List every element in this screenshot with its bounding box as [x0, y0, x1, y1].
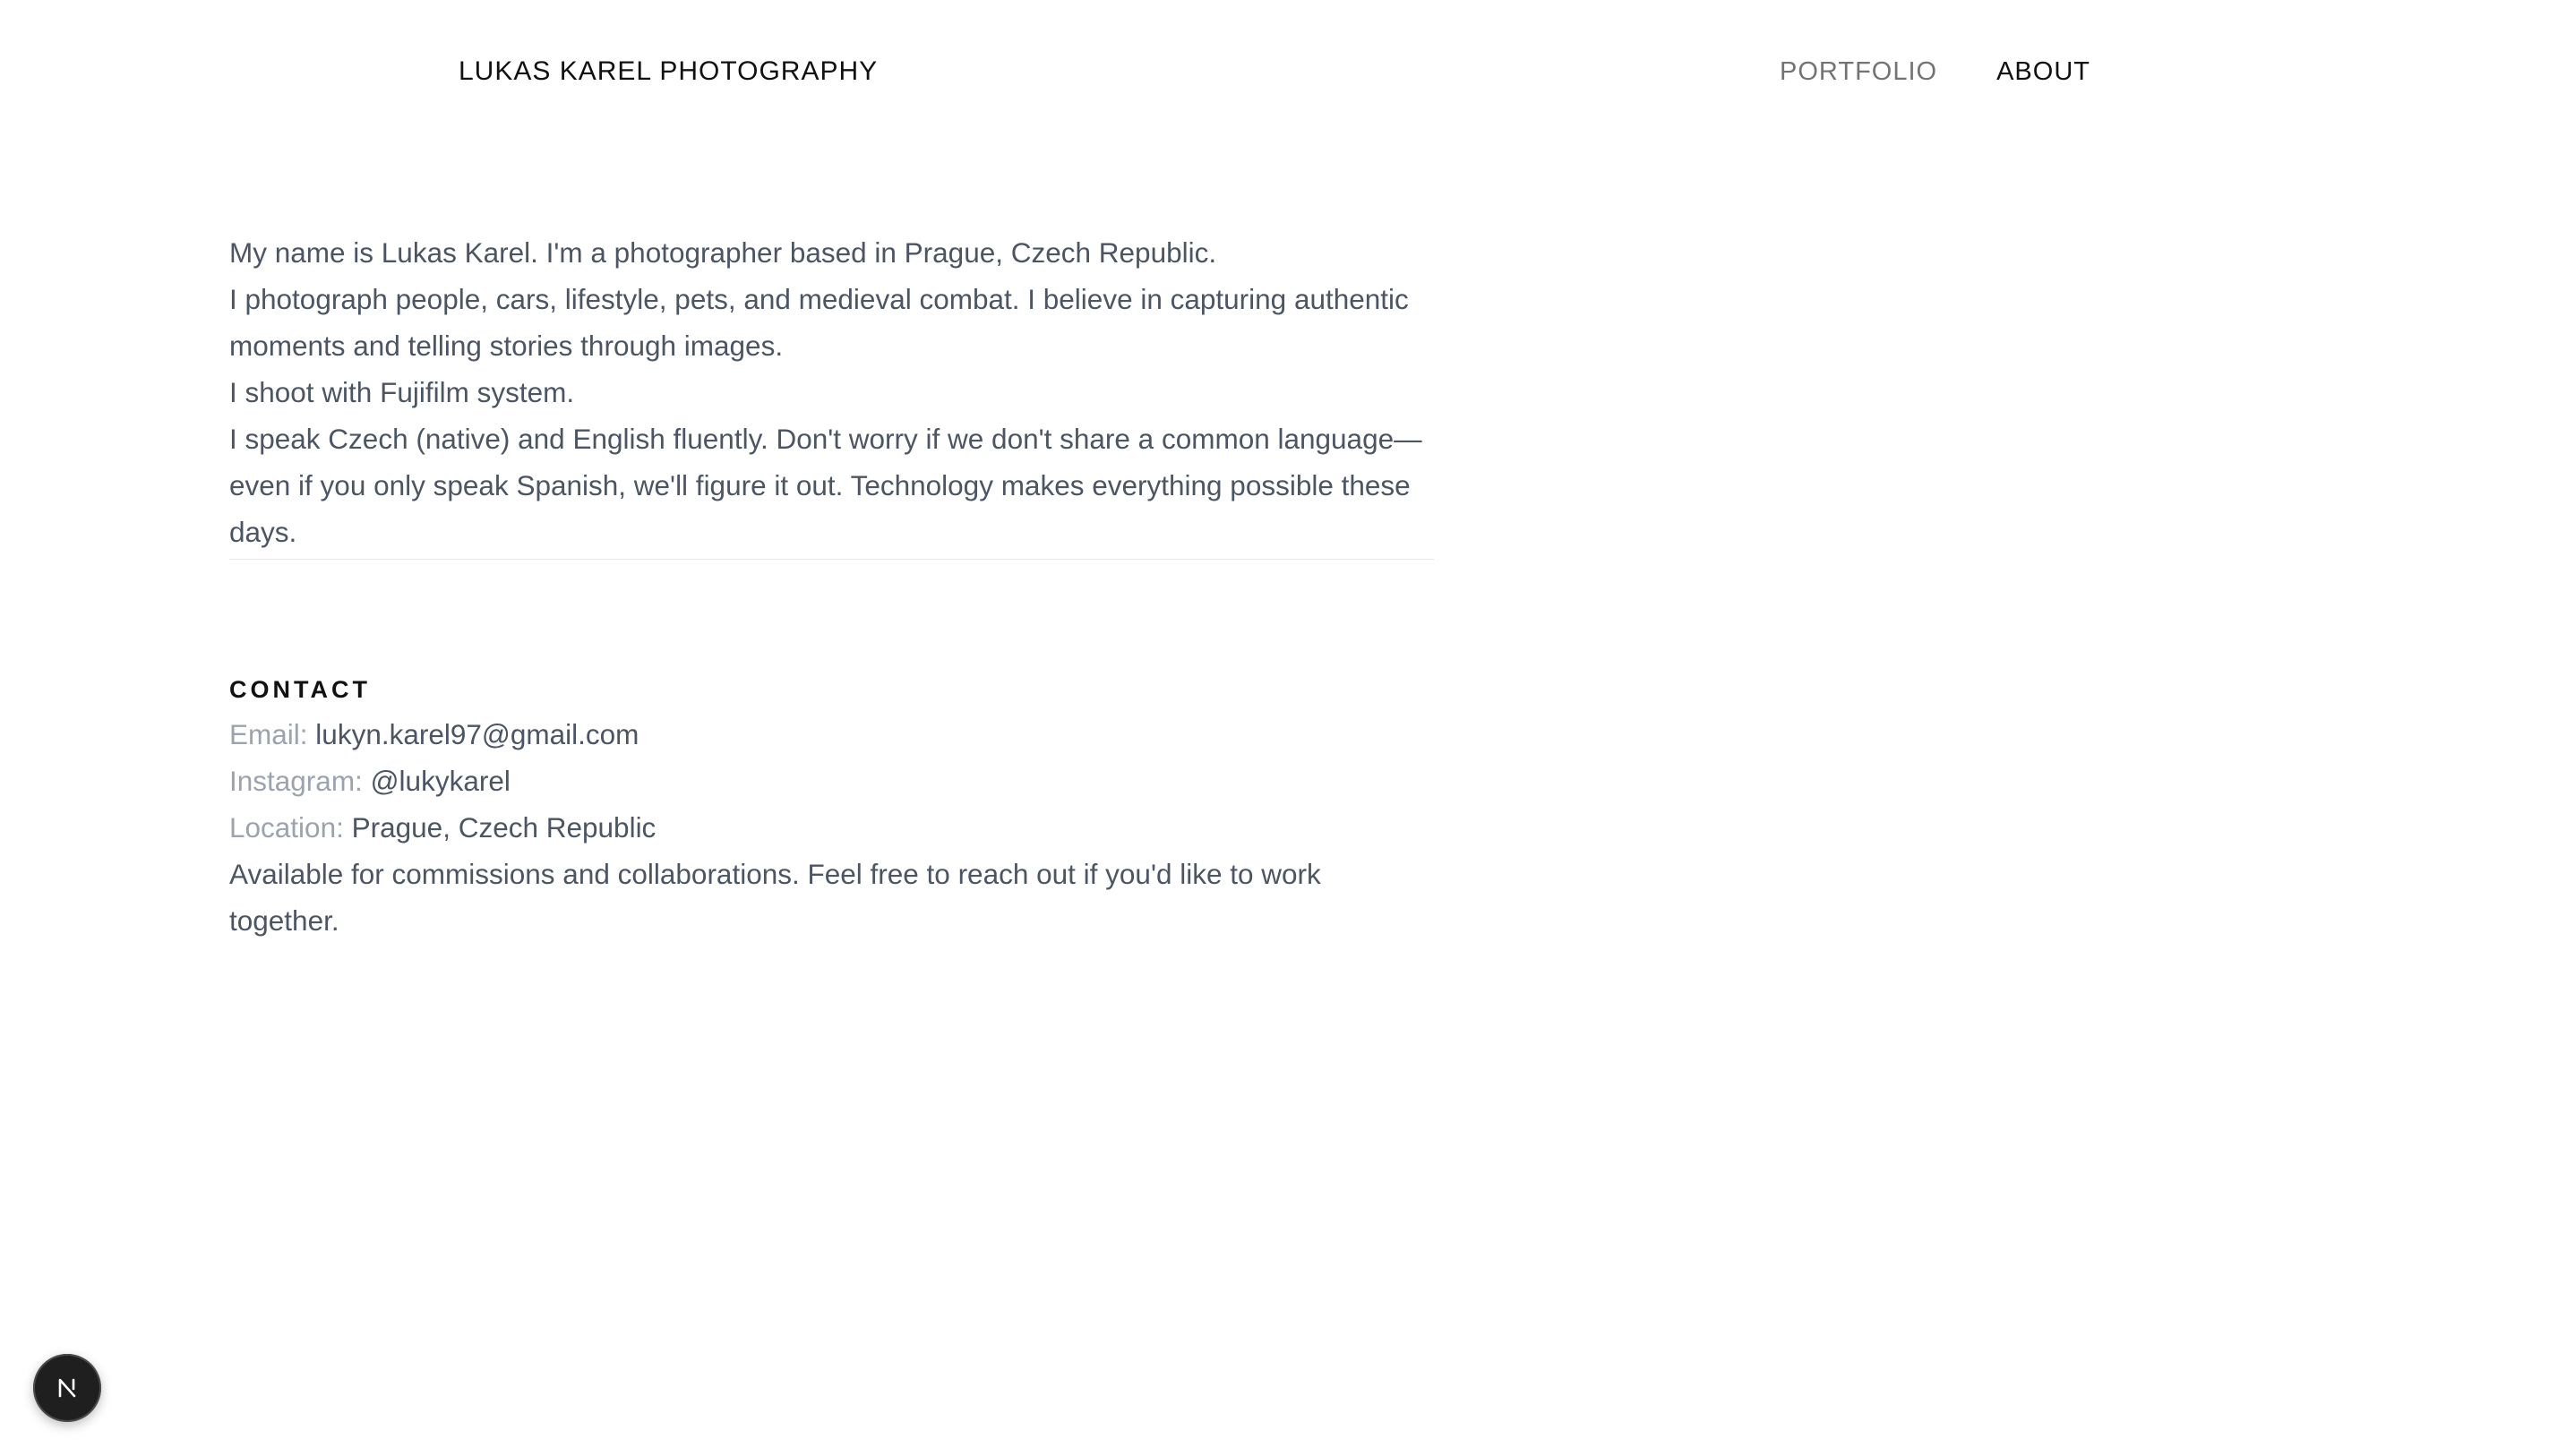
location-label: Location: [229, 811, 344, 844]
bio-paragraph: I photograph people, cars, lifestyle, pe… [229, 283, 1409, 362]
bio-paragraph: My name is Lukas Karel. I'm a photograph… [229, 236, 1217, 269]
contact-heading: CONTACT [229, 676, 371, 703]
nav-item-portfolio[interactable]: PORTFOLIO [1780, 56, 1937, 88]
location-value: Prague, Czech Republic [351, 811, 657, 844]
nextjs-dev-indicator-button[interactable] [33, 1354, 101, 1422]
bio-paragraph: I speak Czech (native) and English fluen… [229, 423, 1422, 548]
instagram-link[interactable]: @lukykarel [371, 765, 511, 797]
main-nav: PORTFOLIO ABOUT [1780, 56, 2090, 88]
email-link[interactable]: lukyn.karel97@gmail.com [315, 718, 639, 750]
site-title[interactable]: LUKAS KAREL PHOTOGRAPHY [459, 56, 878, 88]
nav-item-about[interactable]: ABOUT [1996, 56, 2090, 88]
nextjs-logo-icon [58, 1378, 76, 1398]
contact-instagram: Instagram: @lukykarel [229, 758, 1434, 804]
contact-email: Email: lukyn.karel97@gmail.com [229, 711, 1434, 758]
contact-section: CONTACT Email: lukyn.karel97@gmail.com I… [229, 672, 1434, 944]
contact-location: Location: Prague, Czech Republic [229, 804, 1434, 851]
about-bio: My name is Lukas Karel. I'm a photograph… [229, 229, 1434, 560]
instagram-label: Instagram: [229, 765, 363, 797]
bio-paragraph: I shoot with Fujifilm system. [229, 376, 575, 408]
email-label: Email: [229, 718, 308, 750]
availability-note: Available for commissions and collaborat… [229, 858, 1321, 937]
